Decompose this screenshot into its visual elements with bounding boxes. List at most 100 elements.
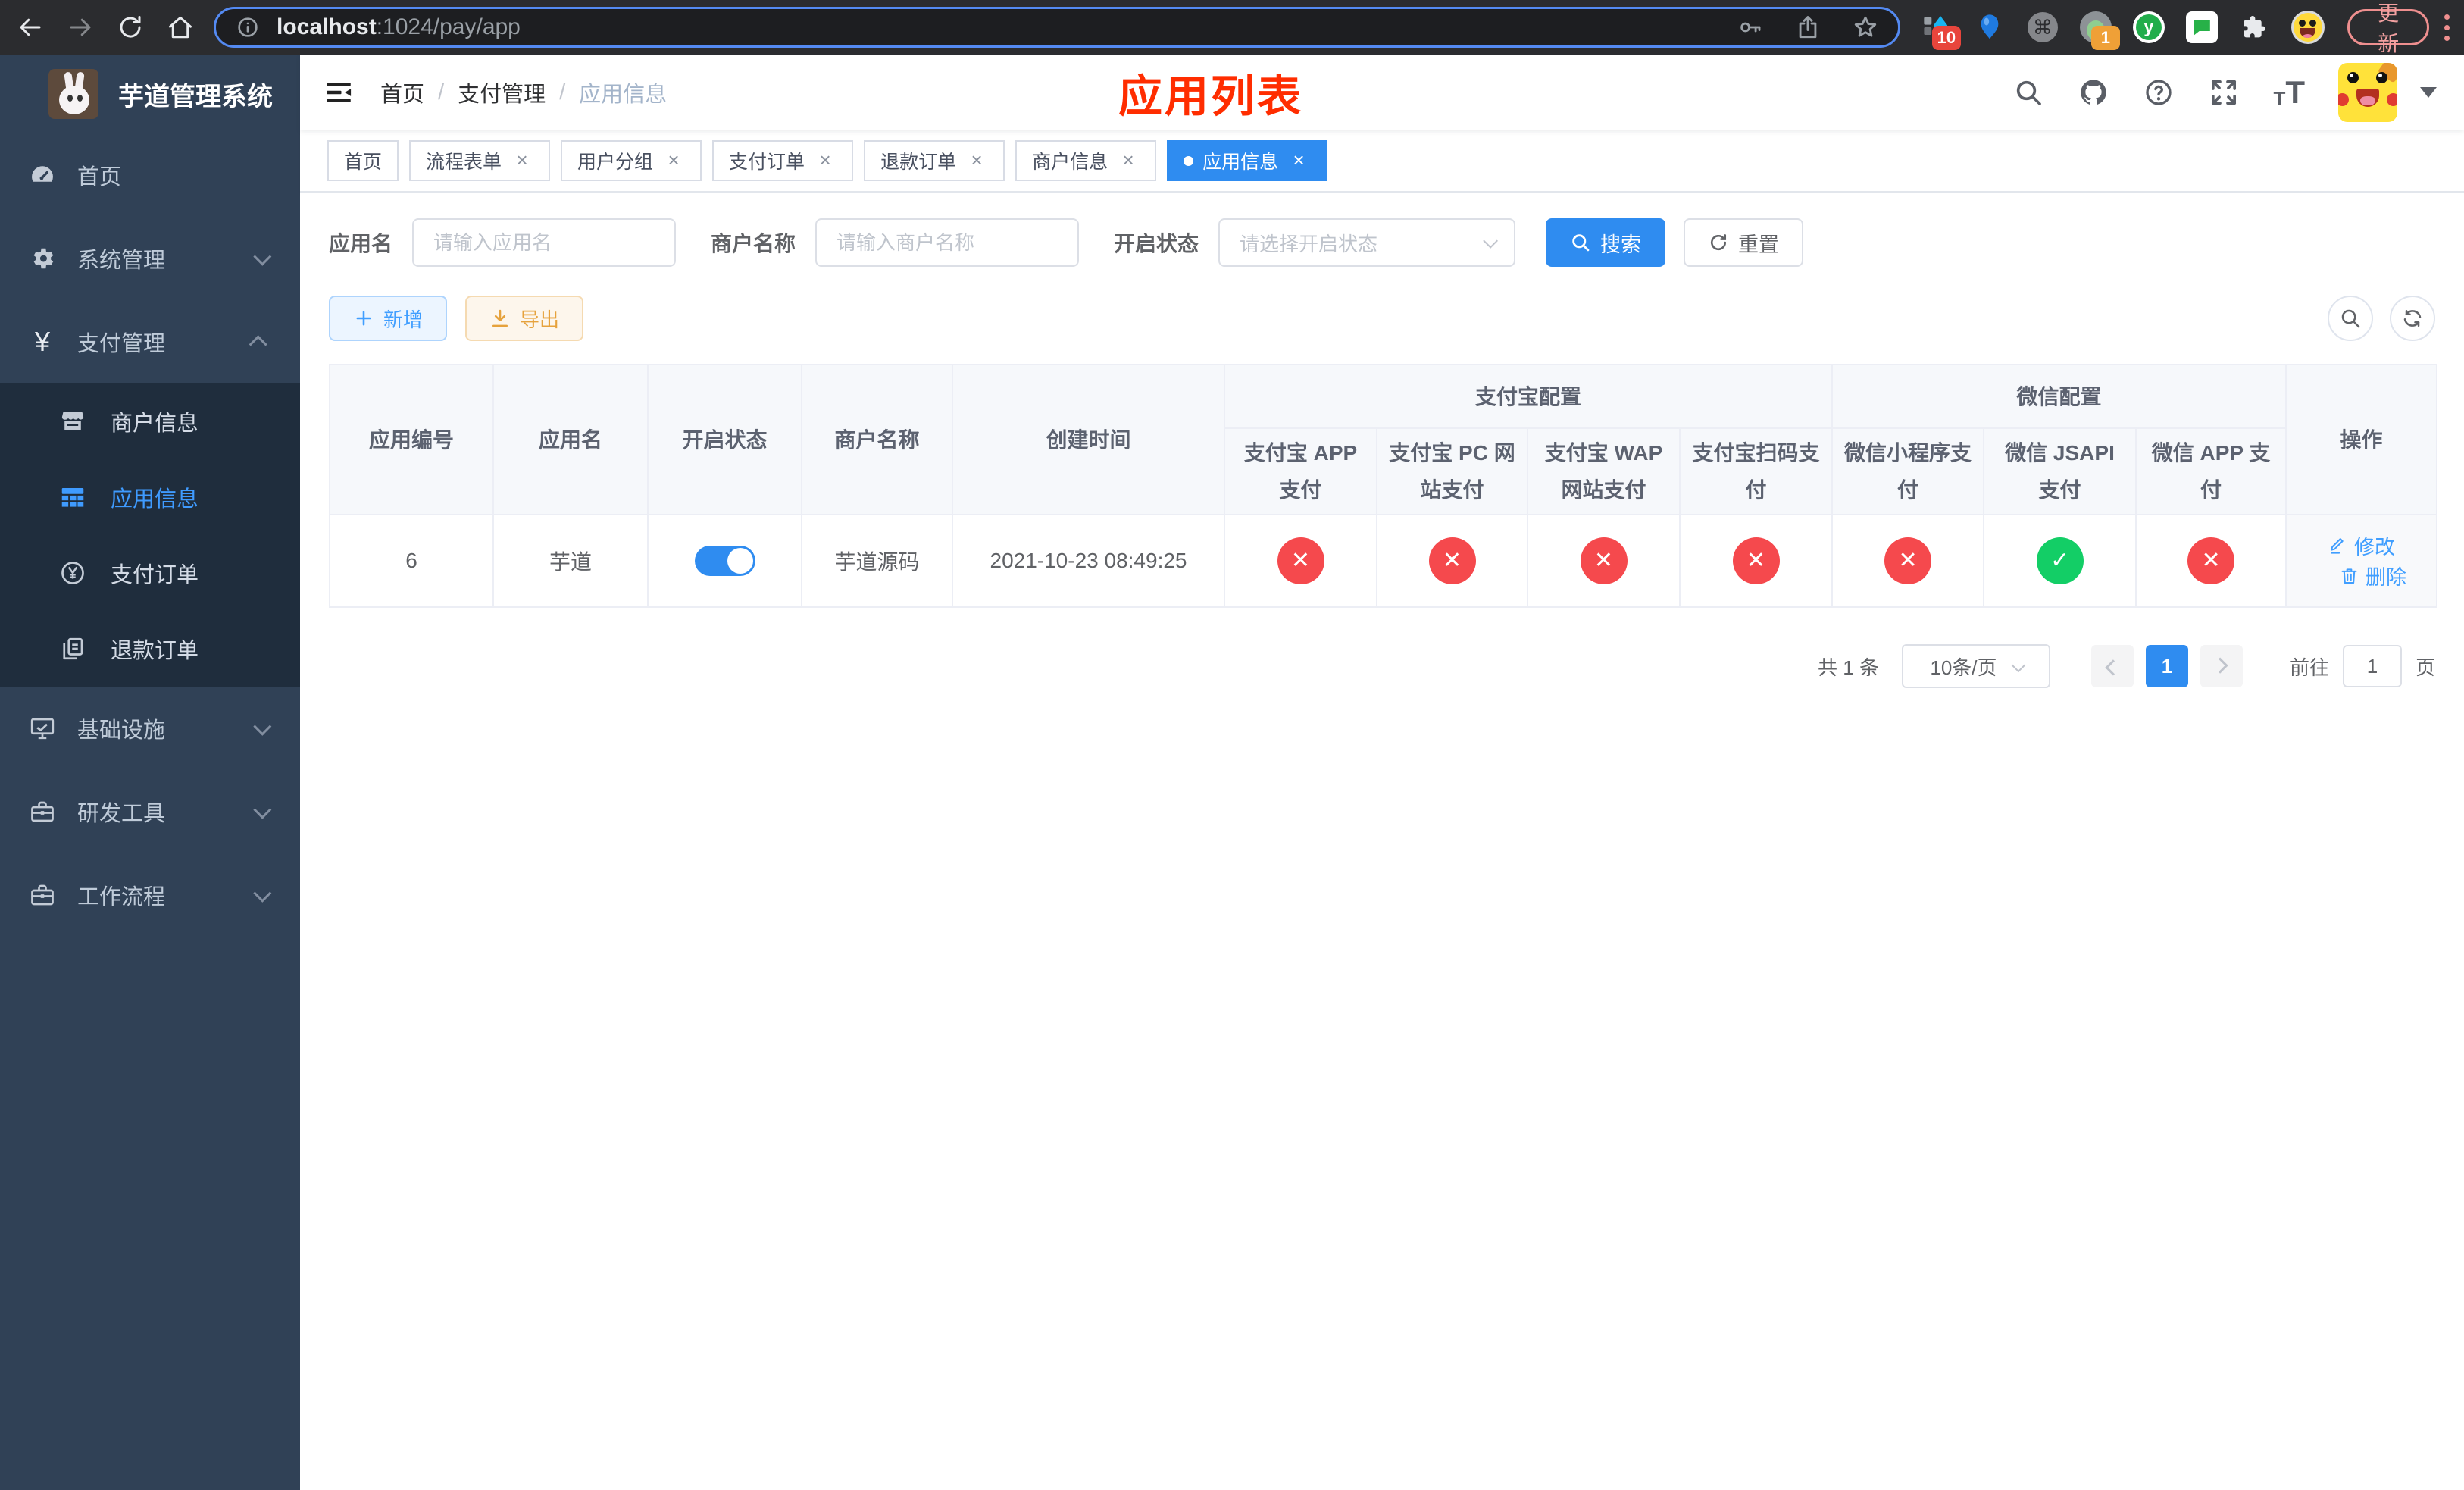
tab-home[interactable]: 首页 [327,140,399,181]
page-size-select[interactable]: 10条/页 [1901,644,2050,688]
prev-page-button[interactable] [2090,645,2134,687]
col-app-name: 应用名 [492,364,649,515]
reset-button[interactable]: 重置 [1684,218,1804,267]
extension-diamond-icon[interactable]: 10 [1920,11,1961,50]
cell-app-name: 芋道 [492,514,649,608]
sidebar-item-home[interactable]: 首页 [0,133,300,217]
cell-created: 2021-10-23 08:49:25 [952,514,1225,608]
github-icon[interactable] [2078,77,2109,108]
password-key-icon[interactable] [1737,14,1763,40]
group-wechat-config: 微信配置 [1831,364,2287,429]
yen-icon: ¥ [34,326,51,357]
sidebar-item-pay-order[interactable]: 支付订单 [0,535,300,611]
chevron-down-icon [2011,658,2025,672]
extension-chat-icon[interactable] [2185,11,2219,44]
goto-page-input[interactable] [2342,645,2402,687]
close-icon[interactable]: × [814,149,836,172]
extension-avatar-icon[interactable]: 1 [2079,11,2120,50]
status-select[interactable]: 请选择开启状态 [1218,218,1516,267]
delete-button[interactable]: 删除 [2339,561,2406,590]
sidebar-collapse-icon[interactable] [323,77,355,108]
col-wechat-mini: 微信小程序支付 [1831,427,1985,515]
sidebar-item-merchant-info[interactable]: 商户信息 [0,383,300,459]
search-button[interactable]: 搜索 [1546,218,1666,267]
tab-user-group[interactable]: 用户分组 × [561,140,702,181]
merchant-name-input[interactable] [815,218,1080,267]
url-text[interactable]: localhost:1024/pay/app [277,14,521,40]
bookmark-star-icon[interactable] [1853,14,1878,40]
edit-button[interactable]: 修改 [2328,531,2395,560]
help-icon[interactable] [2143,77,2175,108]
group-alipay-config: 支付宝配置 [1223,364,1834,429]
channel-status-alipay-pc: ✕ [1428,537,1476,584]
breadcrumb-home[interactable]: 首页 [380,77,424,108]
fullscreen-icon[interactable] [2208,77,2240,108]
sidebar-item-payment[interactable]: ¥ 支付管理 [0,300,300,383]
pencil-icon [2331,538,2344,554]
app-logo-row[interactable]: 芋道管理系统 [0,55,300,133]
extensions-area: 10 ⌘ 1 y [1920,11,2325,50]
address-bar[interactable]: localhost:1024/pay/app [214,7,1900,48]
sidebar-item-devtools[interactable]: 研发工具 [0,770,300,853]
toggle-search-button[interactable] [2328,296,2373,341]
refresh-button[interactable] [2390,296,2435,341]
browser-menu-kebab-icon[interactable] [2443,14,2450,41]
browser-reload-icon[interactable] [117,14,144,41]
extension-balloon-icon[interactable] [1973,11,2006,44]
sidebar-item-workflow[interactable]: 工作流程 [0,853,300,937]
browser-forward-icon[interactable] [67,14,94,41]
breadcrumb-current: 应用信息 [579,83,668,107]
tags-view-bar: 首页 流程表单 × 用户分组 × 支付订单 × 退款订单 × 商户信息 × 应用信息 × [300,130,2464,193]
share-icon[interactable] [1795,14,1821,40]
sidebar-item-infrastructure[interactable]: 基础设施 [0,687,300,770]
col-wechat-jsapi: 微信 JSAPI 支付 [1983,427,2137,515]
sidebar-item-refund-order[interactable]: 退款订单 [0,611,300,687]
tab-refund-order[interactable]: 退款订单 × [864,140,1005,181]
app-name-input[interactable] [412,218,677,267]
page-annotation: 应用列表 [1118,72,1304,121]
close-icon[interactable]: × [1287,149,1310,172]
next-page-button[interactable] [2200,645,2243,687]
close-icon[interactable]: × [662,149,685,172]
status-toggle[interactable] [694,546,755,576]
status-label: 开启状态 [1114,232,1199,255]
avatar-caret-down-icon[interactable] [2420,87,2437,98]
close-icon[interactable]: × [511,149,533,172]
breadcrumb-payment[interactable]: 支付管理 [458,77,546,108]
storefront-icon [58,406,88,437]
col-alipay-pc: 支付宝 PC 网站支付 [1376,427,1528,515]
search-icon[interactable] [2012,77,2044,108]
cell-status [647,514,802,608]
close-icon[interactable]: × [965,149,988,172]
tab-pay-order[interactable]: 支付订单 × [712,140,854,181]
col-alipay-wap: 支付宝 WAP 网站支付 [1527,427,1681,515]
extension-y-icon[interactable]: y [2132,11,2165,44]
site-info-icon[interactable] [236,15,260,39]
browser-back-icon[interactable] [17,14,44,41]
export-button[interactable]: 导出 [465,296,584,341]
extension-command-icon[interactable]: ⌘ [2026,11,2059,44]
browser-update-button[interactable]: 更新 [2347,2,2430,55]
app-table: 应用编号 应用名 开启状态 商户名称 创建时间 支付宝配置 微信配置 操作 支付… [329,364,2438,608]
trash-icon [2341,568,2357,584]
tab-app-info-active[interactable]: 应用信息 × [1167,140,1327,181]
col-actions: 操作 [2285,364,2438,515]
profile-emoji-avatar[interactable] [2290,11,2325,44]
chevron-down-icon [1483,233,1499,249]
sidebar-item-app-info[interactable]: 应用信息 [0,459,300,535]
active-dot [1184,155,1194,166]
user-avatar[interactable] [2338,63,2397,122]
tab-merchant-info[interactable]: 商户信息 × [1015,140,1157,181]
chevron-up-icon [249,334,267,353]
sidebar: 芋道管理系统 首页 系统管理 ¥ 支付管理 商户信息 应用信息 支付订单 退款订… [0,55,300,1490]
add-button[interactable]: 新增 [329,296,448,341]
font-size-icon[interactable]: TT [2273,77,2305,109]
extensions-puzzle-icon[interactable] [2238,11,2272,44]
breadcrumb: 首页 / 支付管理 / 应用信息 [380,77,667,108]
tab-process-form[interactable]: 流程表单 × [409,140,551,181]
current-page-button[interactable]: 1 [2145,645,2188,687]
sidebar-item-system[interactable]: 系统管理 [0,217,300,300]
close-icon[interactable]: × [1117,149,1140,172]
browser-home-icon[interactable] [167,14,194,41]
extension-badge: 10 [1931,26,1961,50]
